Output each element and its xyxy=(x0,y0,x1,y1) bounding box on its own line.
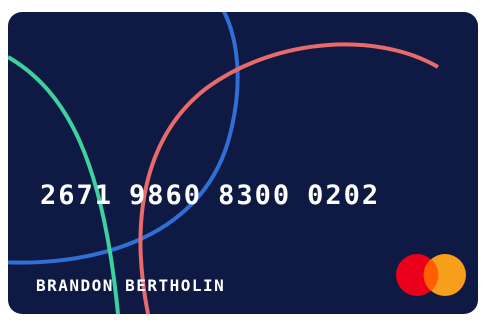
card-number-group-4: 0202 xyxy=(307,180,381,211)
mastercard-logo-icon xyxy=(396,254,466,296)
blue-arc xyxy=(8,12,240,265)
card-number-group-2: 9860 xyxy=(129,180,203,211)
card-holder-name: BRANDON BERTHOLIN xyxy=(36,276,226,295)
card-number-group-3: 8300 xyxy=(218,180,292,211)
credit-card: 2671 9860 8300 0202 BRANDON BERTHOLIN xyxy=(8,12,478,314)
card-number-group-1: 2671 xyxy=(40,180,114,211)
card-number: 2671 9860 8300 0202 xyxy=(40,180,396,211)
